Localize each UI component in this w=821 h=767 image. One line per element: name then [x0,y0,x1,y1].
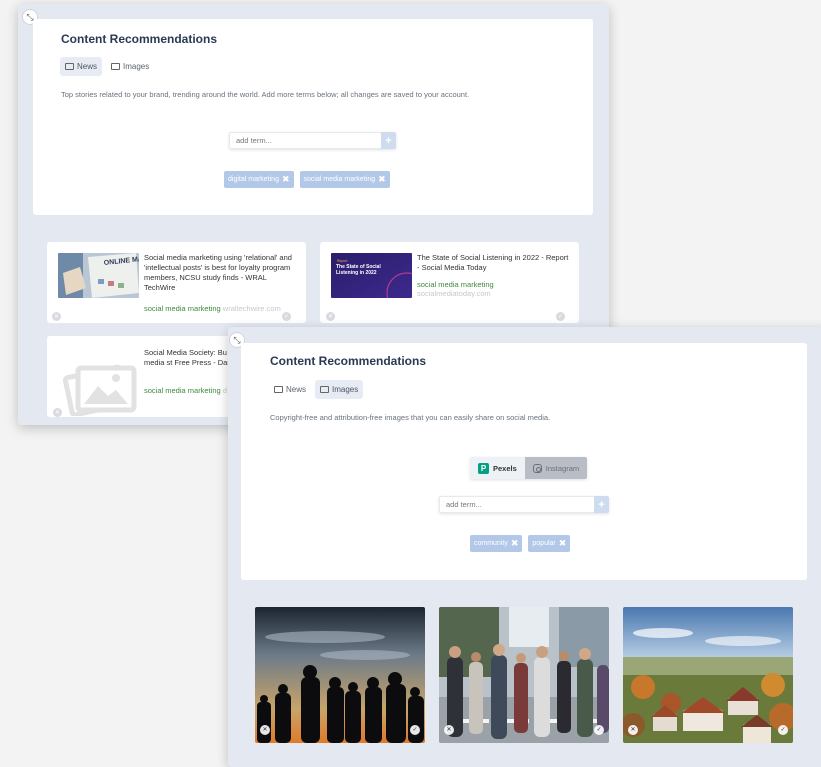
instagram-option[interactable]: Instagram [524,457,588,479]
term-label: community [474,540,508,547]
approve-icon[interactable]: ✓ [594,725,604,735]
term-tag: digital marketing ✖ [224,171,294,188]
approve-icon[interactable]: ✓ [556,312,565,321]
page-title: Content Recommendations [61,32,218,46]
article-card[interactable]: ONLINE MARKETING Social media marketing … [47,242,306,323]
image-card[interactable]: ✕ ✓ [255,607,425,743]
article-topic: social media marketing [417,280,494,289]
add-term-field: add term... + [439,496,609,513]
thumb-kicker: Report [337,259,348,263]
tab-news[interactable]: News [60,57,103,76]
dismiss-icon[interactable]: ✕ [628,725,638,735]
silhouettes-sunset-image [255,607,425,743]
term-tag: social media marketing ✖ [299,171,390,188]
article-domain: wraltechwire.com [222,304,281,313]
pexels-icon: P [478,462,489,474]
remove-term-icon[interactable]: ✖ [282,174,290,185]
article-domain: d [222,386,227,395]
dismiss-icon[interactable]: ✕ [444,725,454,735]
article-domain: socialmediatoday.com [417,289,491,298]
article-thumbnail: ONLINE MARKETING [58,253,139,298]
thumb-text: The State of Social Listening in 2022 [336,264,381,276]
description: Copyright-free and attribution-free imag… [270,413,551,422]
online-marketing-image: ONLINE MARKETING [58,253,139,298]
page-title: Content Recommendations [270,354,427,368]
term-tag: community ✖ [470,535,523,552]
tab-news[interactable]: News [269,380,311,399]
remove-term-icon[interactable]: ✖ [511,538,519,549]
image-card[interactable]: ✕ ✓ [623,607,793,743]
crowd-street-image [439,607,609,743]
add-term-button[interactable]: + [594,496,609,513]
dismiss-icon[interactable]: ✕ [53,408,62,417]
article-thumbnail: Report The State of Social Listening in … [331,253,412,298]
newspaper-icon [65,63,74,70]
term-label: digital marketing [228,176,279,183]
image-card[interactable]: ✕ ✓ [439,607,609,743]
dismiss-icon[interactable]: ✕ [52,312,61,321]
term-list: community ✖ popular ✖ [470,535,571,552]
tab-news-label: News [77,62,98,71]
remove-term-icon[interactable]: ✖ [378,174,386,185]
article-headline[interactable]: The State of Social Listening in 2022 - … [417,253,571,273]
term-tag: popular ✖ [528,535,571,552]
tab-bar: News Images [269,380,364,399]
instagram-icon [532,463,542,473]
term-label: popular [532,540,556,547]
approve-icon[interactable]: ✓ [778,725,788,735]
image-icon [111,63,121,70]
image-source-toggle: P Pexels Instagram [470,457,588,479]
add-term-field: add term... + [229,132,396,149]
tab-bar: News Images [60,57,154,76]
article-card[interactable]: Report The State of Social Listening in … [320,242,579,323]
pexels-label: Pexels [493,463,517,473]
tab-images[interactable]: Images [315,380,364,399]
article-meta: social media marketing socialmediatoday.… [417,280,494,298]
image-placeholder-icon [62,364,137,416]
term-list: digital marketing ✖ social media marketi… [224,171,390,188]
dismiss-icon[interactable]: ✕ [326,312,335,321]
image-icon [320,386,330,393]
approve-icon[interactable]: ✓ [282,312,291,321]
term-label: social media marketing [303,176,376,183]
pexels-option[interactable]: P Pexels [470,457,525,479]
tab-images-label: Images [123,62,150,71]
images-settings-card: Content Recommendations News Images Copy… [241,343,807,580]
aerial-village-image [623,607,793,743]
tab-images[interactable]: Images [106,57,154,76]
article-headline[interactable]: Social media marketing using 'relational… [144,253,298,293]
remove-term-icon[interactable]: ✖ [559,538,567,549]
add-term-input[interactable]: add term... [439,496,594,513]
tab-images-label: Images [332,385,359,394]
add-term-button[interactable]: + [381,132,396,149]
images-panel: ⤡ Content Recommendations News Images Co… [228,327,821,767]
description: Top stories related to your brand, trend… [61,90,470,99]
approve-icon[interactable]: ✓ [410,725,420,735]
article-meta: social media marketing d [144,386,227,395]
article-topic: social media marketing [144,386,221,395]
tab-news-label: News [286,385,307,394]
report-cover-image: Report The State of Social Listening in … [331,253,412,298]
dismiss-icon[interactable]: ✕ [260,725,270,735]
news-settings-card: Content Recommendations News Images Top … [33,19,593,215]
instagram-label: Instagram [545,463,580,473]
article-thumbnail [58,350,139,416]
article-topic: social media marketing [144,304,221,313]
newspaper-icon [274,386,283,393]
article-meta: social media marketing wraltechwire.com [144,304,281,313]
add-term-input[interactable]: add term... [229,132,381,149]
